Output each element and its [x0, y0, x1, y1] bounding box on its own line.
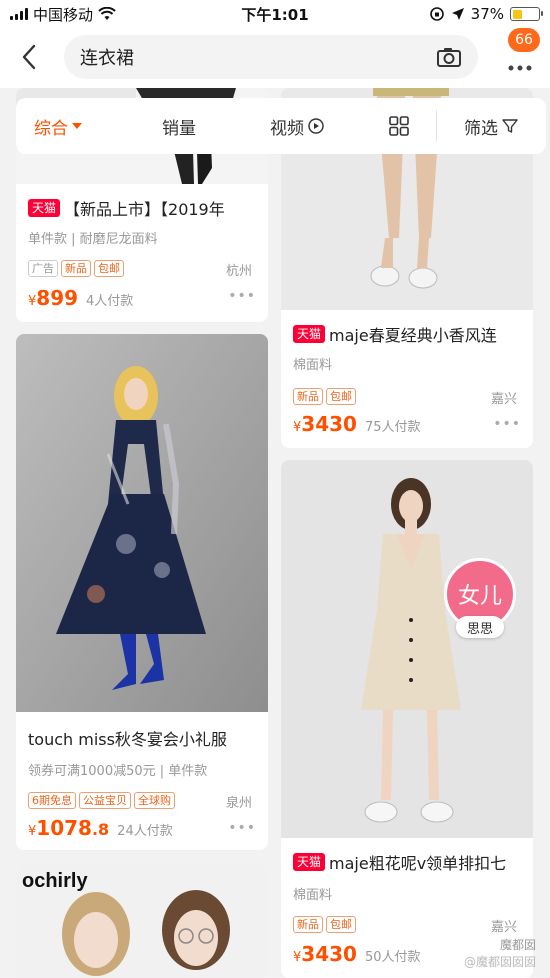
product-card[interactable]: 天猫 maje粗花呢v领单排扣七 棉面料 新品 包邮 嘉兴 ¥3430 50人付… — [281, 460, 533, 978]
product-title: 天猫 maje春夏经典小香风连 — [293, 322, 525, 346]
layout-toggle[interactable] — [388, 115, 410, 137]
battery-percent: 37% — [470, 5, 504, 23]
brand-logo: ochirly — [22, 870, 88, 892]
chevron-left-icon — [22, 44, 36, 70]
filter-screen[interactable]: 筛选 — [464, 114, 518, 139]
product-tags: 6期免息 公益宝贝 全球购 — [28, 792, 175, 809]
product-price: ¥899 4人付款 — [28, 286, 133, 310]
product-price: ¥3430 50人付款 — [293, 942, 421, 966]
filter-sales-label: 销量 — [162, 118, 196, 139]
card-more-icon[interactable]: ••• — [493, 416, 521, 432]
sold-count: 4人付款 — [86, 294, 134, 309]
grid-view-icon — [389, 116, 409, 136]
price-decimal: .8 — [91, 820, 110, 839]
badge-name: 思思 — [456, 616, 504, 638]
back-button[interactable] — [14, 42, 44, 72]
sold-count: 24人付款 — [117, 824, 173, 839]
product-location: 杭州 — [225, 264, 252, 279]
watermark-line1: 魔都囡 — [499, 938, 536, 952]
tmall-badge: 天猫 — [293, 853, 326, 871]
price-value: 3430 — [301, 942, 357, 966]
tmall-badge: 天猫 — [28, 199, 61, 217]
product-title-text: maje春夏经典小香风连 — [329, 326, 497, 345]
filter-video-label: 视频 — [270, 118, 304, 139]
product-location: 嘉兴 — [490, 920, 517, 935]
watermark: 魔都囡 @魔都囡囡囡 — [464, 936, 536, 970]
filter-divider — [436, 110, 437, 142]
free-shipping-tag: 包邮 — [326, 388, 356, 405]
product-title: 天猫 maje粗花呢v领单排扣七 — [293, 850, 525, 874]
filter-comprehensive-label: 综合 — [34, 118, 68, 139]
price-value: 1078 — [36, 816, 92, 840]
product-image — [16, 334, 268, 712]
search-query: 连衣裙 — [80, 48, 134, 69]
play-circle-icon — [308, 118, 324, 134]
product-location: 嘉兴 — [490, 392, 517, 407]
installment-tag: 6期免息 — [28, 792, 76, 809]
filter-sales[interactable]: 销量 — [162, 114, 196, 139]
product-tags: 新品 包邮 — [293, 388, 356, 405]
notification-badge: 66 — [508, 28, 540, 52]
results-area[interactable]: 天猫 【新品上市】【2019年 单件款 | 耐磨尼龙面料 广告 新品 包邮 杭州… — [0, 88, 550, 978]
floating-avatar-badge[interactable]: 女儿 思思 — [444, 558, 516, 644]
card-more-icon[interactable]: ••• — [228, 288, 256, 304]
product-desc: 单件款 | 耐磨尼龙面料 — [28, 232, 158, 247]
charity-tag: 公益宝贝 — [79, 792, 131, 809]
new-tag: 新品 — [61, 260, 91, 277]
price-value: 899 — [36, 286, 79, 310]
caret-down-icon — [72, 123, 82, 129]
watermark-line2: @魔都囡囡囡 — [463, 955, 536, 969]
new-tag: 新品 — [293, 388, 323, 405]
product-tags: 新品 包邮 — [293, 916, 356, 933]
product-desc: 棉面料 — [293, 358, 333, 373]
search-input[interactable]: 连衣裙 — [64, 35, 478, 79]
status-bar: 中国移动 下午1:01 37% — [0, 0, 550, 28]
product-desc: 领券可满1000减50元 | 单件款 — [28, 764, 208, 779]
orientation-lock-icon — [429, 7, 444, 21]
product-title: 天猫 【新品上市】【2019年 — [28, 196, 260, 220]
free-shipping-tag: 包邮 — [94, 260, 124, 277]
product-price: ¥3430 75人付款 — [293, 412, 421, 436]
location-icon — [451, 8, 464, 20]
filter-bar: 综合 销量 视频 筛选 — [16, 98, 546, 154]
new-tag: 新品 — [293, 916, 323, 933]
product-title-text: 【新品上市】【2019年 — [64, 200, 225, 219]
funnel-icon — [502, 119, 518, 133]
product-card[interactable]: ochirly — [16, 864, 268, 978]
search-header: 连衣裙 66 — [0, 28, 550, 115]
battery-icon — [510, 7, 543, 21]
product-card[interactable]: touch miss秋冬宴会小礼服 领券可满1000减50元 | 单件款 6期免… — [16, 334, 268, 850]
product-image — [281, 460, 533, 838]
product-location: 泉州 — [225, 796, 252, 811]
product-price: ¥1078.8 24人付款 — [28, 816, 173, 840]
filter-comprehensive[interactable]: 综合 — [34, 114, 82, 139]
camera-icon[interactable] — [436, 46, 462, 68]
product-desc: 棉面料 — [293, 888, 333, 903]
product-title-text: maje粗花呢v领单排扣七 — [329, 854, 507, 873]
global-buy-tag: 全球购 — [134, 792, 175, 809]
price-value: 3430 — [301, 412, 357, 436]
sold-count: 75人付款 — [364, 420, 421, 435]
ad-tag: 广告 — [28, 260, 58, 277]
product-title: touch miss秋冬宴会小礼服 — [28, 730, 227, 749]
filter-video[interactable]: 视频 — [270, 114, 324, 139]
product-tags: 广告 新品 包邮 — [28, 260, 124, 277]
sold-count: 50人付款 — [364, 950, 421, 965]
free-shipping-tag: 包邮 — [326, 916, 356, 933]
card-more-icon[interactable]: ••• — [228, 820, 256, 836]
tmall-badge: 天猫 — [293, 325, 326, 343]
filter-screen-label: 筛选 — [464, 118, 498, 139]
